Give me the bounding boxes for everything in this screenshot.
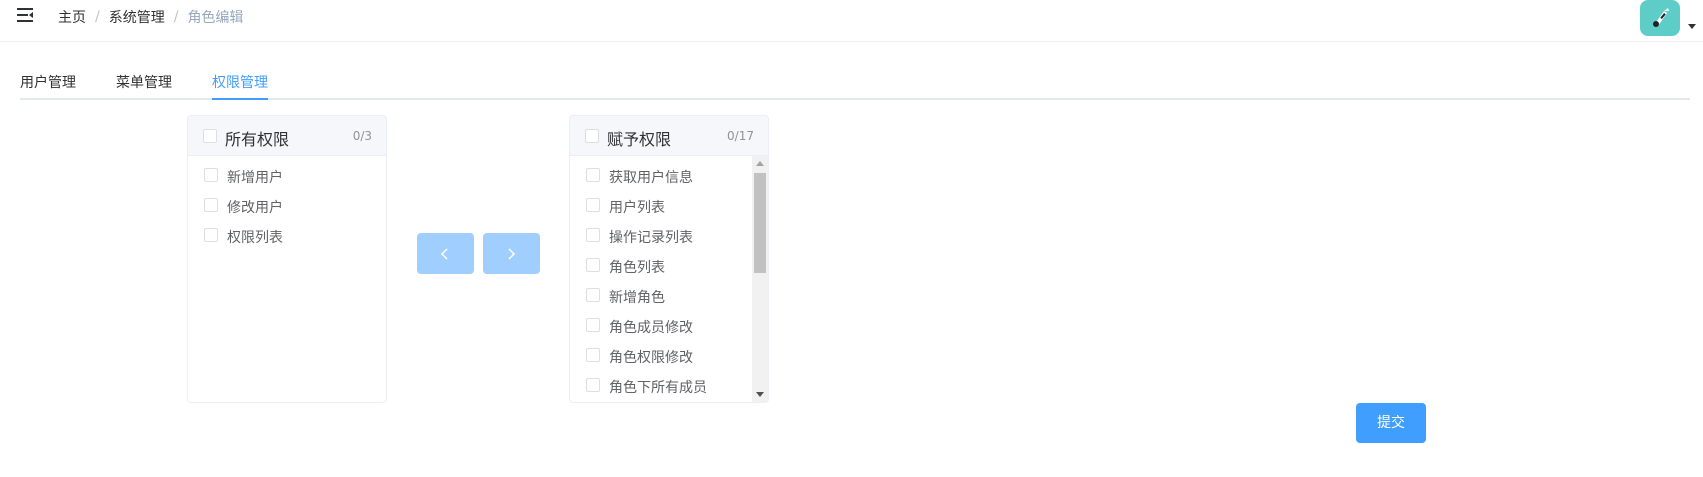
list-item[interactable]: 角色成员修改 — [570, 316, 750, 336]
item-label: 角色列表 — [609, 260, 665, 276]
hamburger-menu-icon[interactable] — [17, 8, 33, 22]
list-item[interactable]: 新增用户 — [188, 166, 368, 186]
tab-permission-management[interactable]: 权限管理 — [212, 72, 268, 92]
breadcrumb: 主页 / 系统管理 / 角色编辑 — [58, 8, 243, 26]
breadcrumb-separator: / — [173, 9, 179, 25]
list-item[interactable]: 获取用户信息 — [570, 166, 750, 186]
move-to-left-button[interactable] — [417, 233, 474, 274]
active-tab-indicator — [212, 98, 268, 100]
list-item[interactable]: 权限列表 — [188, 226, 368, 246]
user-avatar-icon[interactable] — [1640, 0, 1680, 36]
item-checkbox[interactable] — [204, 198, 218, 212]
user-menu[interactable] — [1638, 0, 1698, 36]
granted-permissions-panel: 赋予权限 0/17 获取用户信息 用户列表 操作记录列表 角色列表 新增角色 角… — [569, 115, 769, 403]
selection-count: 0/3 — [352, 129, 372, 143]
scroll-up-arrow-icon[interactable] — [756, 161, 764, 166]
panel-header: 赋予权限 0/17 — [570, 116, 768, 156]
item-label: 获取用户信息 — [609, 170, 693, 186]
tab-menu-management[interactable]: 菜单管理 — [116, 72, 172, 92]
breadcrumb-role-edit: 角色编辑 — [187, 10, 244, 26]
item-label: 操作记录列表 — [609, 230, 693, 246]
item-checkbox[interactable] — [586, 258, 600, 272]
panel-list: 获取用户信息 用户列表 操作记录列表 角色列表 新增角色 角色成员修改 角色权限… — [570, 156, 768, 402]
item-label: 角色下所有成员 — [609, 380, 707, 396]
list-item[interactable]: 角色下所有成员 — [570, 376, 750, 396]
panel-title: 所有权限 — [225, 130, 290, 149]
breadcrumb-system-management[interactable]: 系统管理 — [109, 7, 165, 27]
item-label: 新增角色 — [609, 290, 665, 306]
panel-title: 赋予权限 — [607, 130, 672, 149]
list-item[interactable]: 角色权限修改 — [570, 346, 750, 366]
list-item[interactable]: 用户列表 — [570, 196, 750, 216]
item-label: 权限列表 — [227, 230, 283, 246]
item-label: 新增用户 — [227, 170, 283, 186]
move-to-right-button[interactable] — [483, 233, 540, 274]
item-label: 用户列表 — [609, 200, 665, 216]
item-checkbox[interactable] — [204, 168, 218, 182]
item-checkbox[interactable] — [586, 378, 600, 392]
list-item[interactable]: 角色列表 — [570, 256, 750, 276]
scroll-down-arrow-icon[interactable] — [756, 392, 764, 397]
breadcrumb-home[interactable]: 主页 — [58, 7, 86, 27]
list-item[interactable]: 新增角色 — [570, 286, 750, 306]
item-checkbox[interactable] — [586, 168, 600, 182]
list-scrollbar[interactable] — [752, 156, 768, 402]
selection-count: 0/17 — [727, 129, 754, 143]
submit-button[interactable]: 提交 — [1356, 403, 1426, 443]
all-permissions-panel: 所有权限 0/3 新增用户 修改用户 权限列表 — [187, 115, 387, 403]
panel-header: 所有权限 0/3 — [188, 116, 386, 156]
item-label: 角色权限修改 — [609, 350, 693, 366]
item-checkbox[interactable] — [586, 318, 600, 332]
tab-bar: 用户管理 菜单管理 权限管理 — [20, 60, 1690, 100]
item-label: 修改用户 — [227, 200, 283, 216]
item-checkbox[interactable] — [204, 228, 218, 242]
tab-user-management[interactable]: 用户管理 — [20, 72, 76, 92]
select-all-checkbox[interactable] — [203, 129, 217, 143]
list-item[interactable]: 修改用户 — [188, 196, 368, 216]
item-checkbox[interactable] — [586, 348, 600, 362]
item-checkbox[interactable] — [586, 228, 600, 242]
breadcrumb-separator: / — [95, 9, 100, 25]
chevron-left-icon — [440, 248, 448, 260]
list-item[interactable]: 操作记录列表 — [570, 226, 750, 246]
navbar: 主页 / 系统管理 / 角色编辑 — [0, 0, 1703, 42]
chevron-right-icon — [508, 248, 516, 260]
panel-list: 新增用户 修改用户 权限列表 — [188, 156, 386, 402]
item-label: 角色成员修改 — [609, 320, 693, 336]
caret-down-icon[interactable] — [1688, 24, 1696, 29]
item-checkbox[interactable] — [586, 198, 600, 212]
item-checkbox[interactable] — [586, 288, 600, 302]
scrollbar-thumb[interactable] — [754, 173, 766, 273]
select-all-checkbox[interactable] — [585, 129, 599, 143]
